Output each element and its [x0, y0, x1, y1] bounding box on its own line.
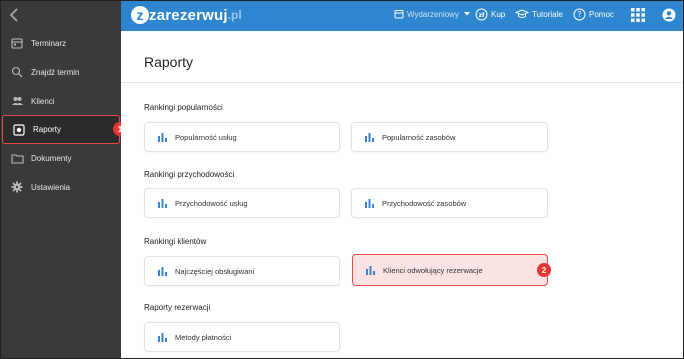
sidebar-item-label: Dokumenty: [31, 153, 72, 163]
sidebar: Terminarz Znajdź termin Klienci Raporty …: [1, 1, 127, 358]
report-card-label: Przychodowość usług: [175, 198, 248, 208]
logo-suffix: .pl: [227, 8, 242, 22]
report-card-label: Popularność zasobów: [382, 132, 456, 142]
top-bar: z zarezerwuj .pl Wydarzeniowy zł Kup Tut…: [121, 1, 683, 31]
logo-text: zarezerwuj: [149, 6, 228, 24]
report-card-przychodowosc-zasobow[interactable]: Przychodowość zasobów: [351, 188, 548, 218]
bar-chart-icon: [158, 332, 167, 342]
search-icon: [10, 65, 24, 79]
step-badge-2: 2: [537, 263, 551, 277]
bar-chart-icon: [158, 198, 167, 208]
buy-label: Kup: [491, 10, 506, 19]
sidebar-item-terminarz[interactable]: Terminarz: [1, 29, 121, 57]
back-arrow-icon[interactable]: [5, 5, 25, 25]
help-label: Pomoc: [589, 10, 614, 19]
gear-icon: [10, 180, 24, 194]
sidebar-item-label: Terminarz: [31, 38, 67, 48]
svg-text:zł: zł: [479, 12, 485, 19]
report-card-label: Przychodowość zasobów: [382, 198, 467, 208]
help-button[interactable]: ? Pomoc: [573, 8, 614, 21]
svg-text:?: ?: [578, 10, 582, 19]
sidebar-item-label: Ustawienia: [31, 182, 71, 192]
report-card-klienci-odwolujacy-rezerwacje[interactable]: Klienci odwołujący rezerwacje: [352, 254, 548, 286]
buy-button[interactable]: zł Kup: [475, 8, 505, 21]
bar-chart-icon: [365, 132, 374, 142]
report-card-metody-platnosci[interactable]: Metody płatności: [144, 322, 340, 352]
report-card-label: Popularność usług: [175, 132, 237, 142]
report-icon: [12, 123, 26, 137]
calendar-view-dropdown[interactable]: Wydarzeniowy: [394, 9, 474, 19]
sidebar-item-label: Klienci: [31, 96, 55, 106]
calendar-icon: [10, 36, 24, 50]
sidebar-item-dokumenty[interactable]: Dokumenty: [1, 144, 121, 172]
section-title: Raporty rezerwacji: [144, 303, 211, 312]
bar-chart-icon: [158, 266, 167, 276]
apps-grid-icon[interactable]: [631, 8, 645, 27]
main-content: Raporty Rankingi popularności Popularnoś…: [121, 31, 683, 358]
folder-icon: [10, 151, 24, 165]
title-divider: [121, 82, 683, 83]
help-icon: ?: [573, 8, 586, 21]
page-title: Raporty: [144, 54, 194, 70]
tutorials-button[interactable]: Tutoriale: [515, 9, 563, 19]
calendar-icon: [394, 10, 404, 19]
report-card-label: Najczęściej obsługiwani: [175, 266, 255, 276]
logo[interactable]: z zarezerwuj .pl: [131, 4, 242, 26]
app-window: Terminarz Znajdź termin Klienci Raporty …: [0, 0, 684, 359]
logo-letter: z: [131, 6, 149, 24]
section-title: Rankingi klientów: [144, 237, 207, 246]
coin-icon: zł: [475, 8, 488, 21]
section-title: Rankingi przychodowości: [144, 170, 235, 179]
sidebar-item-label: Raporty: [33, 125, 62, 134]
report-card-label: Metody płatności: [175, 332, 232, 342]
graduation-cap-icon: [515, 9, 529, 18]
report-card-najczesciej-obslugiwani[interactable]: Najczęściej obsługiwani: [144, 256, 340, 286]
chevron-down-icon: [463, 12, 470, 16]
sidebar-item-raporty[interactable]: Raporty: [2, 115, 120, 144]
report-card-przychodowosc-uslug[interactable]: Przychodowość usług: [144, 188, 340, 218]
sidebar-item-znajdz-termin[interactable]: Znajdź termin: [1, 58, 121, 86]
tutorials-label: Tutoriale: [532, 9, 563, 19]
bar-chart-icon: [365, 198, 374, 208]
sidebar-item-ustawienia[interactable]: Ustawienia: [1, 173, 121, 201]
section-title: Rankingi popularności: [144, 103, 223, 112]
bar-chart-icon: [158, 132, 167, 142]
bar-chart-icon: [366, 265, 375, 275]
users-icon: [10, 94, 24, 108]
user-avatar-icon[interactable]: [662, 8, 676, 27]
report-card-label: Klienci odwołujący rezerwacje: [383, 265, 483, 275]
report-card-popularnosc-uslug[interactable]: Popularność usług: [144, 122, 340, 152]
report-card-popularnosc-zasobow[interactable]: Popularność zasobów: [351, 122, 548, 152]
sidebar-item-label: Znajdź termin: [31, 67, 80, 77]
sidebar-item-klienci[interactable]: Klienci: [1, 87, 121, 115]
calendar-view-label: Wydarzeniowy: [407, 9, 459, 19]
